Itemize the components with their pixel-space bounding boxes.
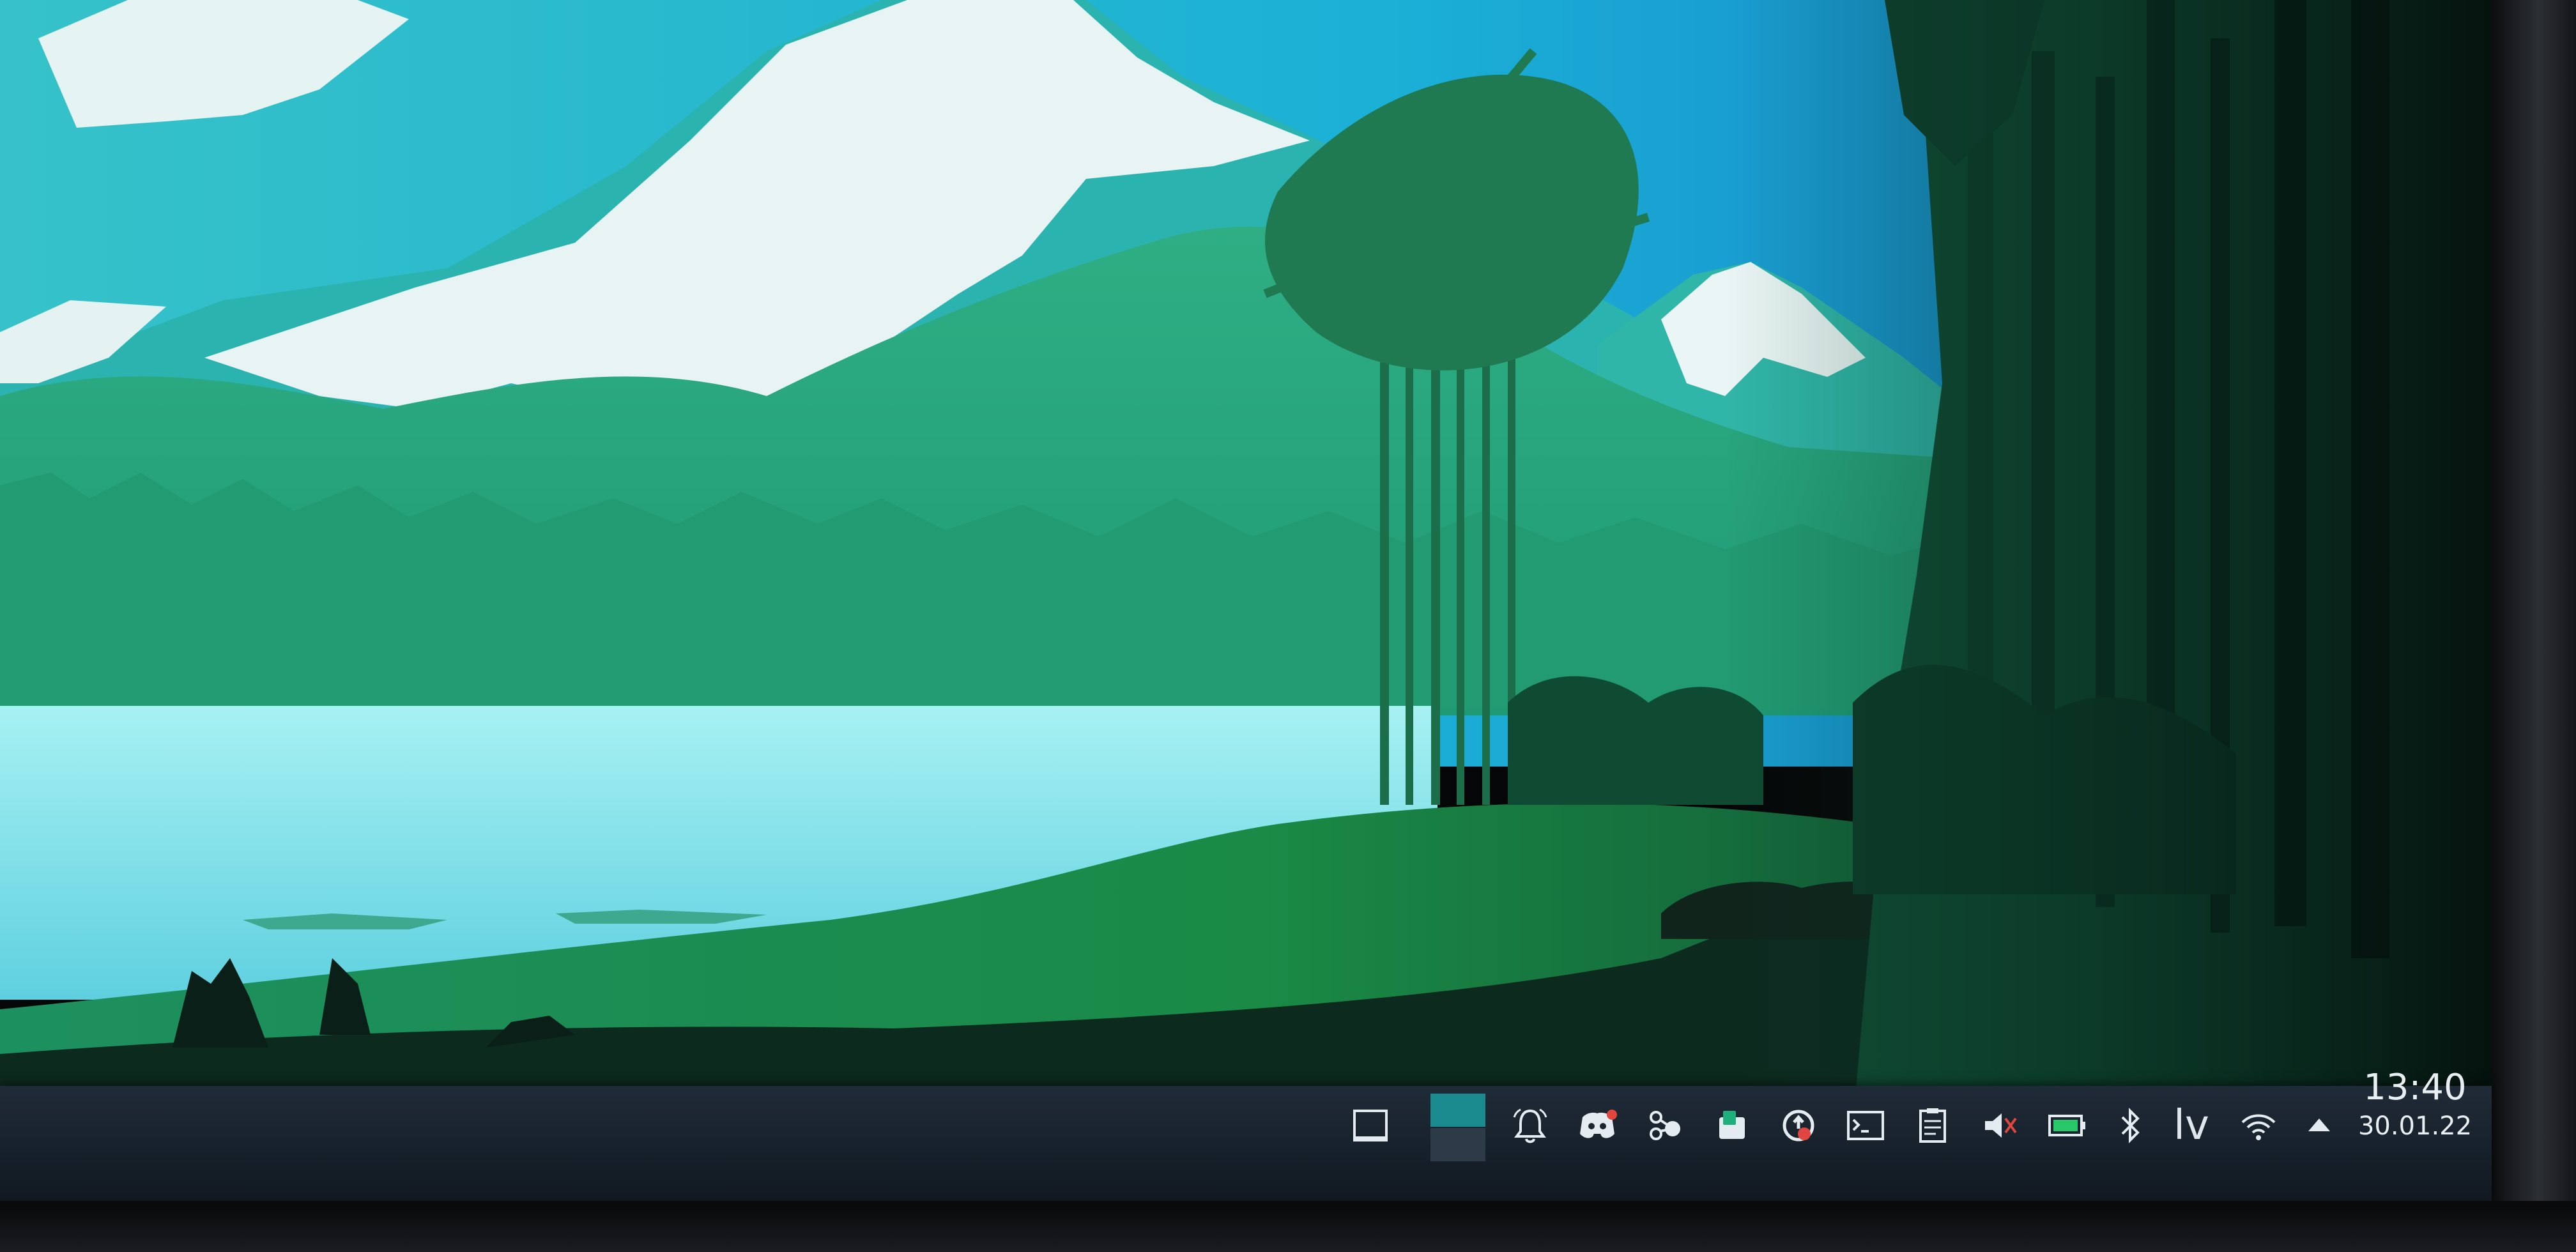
clipboard-app-icon bbox=[1719, 1111, 1745, 1139]
battery-icon bbox=[2048, 1115, 2085, 1136]
keyboard-layout-label: lv bbox=[2174, 1102, 2209, 1149]
kdeconnect-icon bbox=[1650, 1111, 1680, 1140]
vignette bbox=[1725, 0, 2517, 1124]
update-notifier-icon bbox=[1782, 1110, 1814, 1141]
virtual-desktop-pager[interactable] bbox=[1426, 1092, 1490, 1169]
battery-tray-button[interactable] bbox=[2038, 1094, 2096, 1157]
clipboard-icon bbox=[1919, 1108, 1946, 1143]
volume-tray-button[interactable] bbox=[1971, 1094, 2028, 1157]
clock-time: 13:40 bbox=[2363, 1067, 2467, 1108]
desktop-1[interactable] bbox=[1430, 1094, 1485, 1127]
bluetooth-tray-button[interactable] bbox=[2102, 1094, 2159, 1157]
notifications-button[interactable] bbox=[1501, 1094, 1559, 1157]
keyboard-layout-button[interactable]: lv bbox=[2163, 1094, 2220, 1157]
wifi-icon bbox=[2241, 1114, 2276, 1140]
update-notifier-tray-button[interactable] bbox=[1770, 1094, 1827, 1157]
show-desktop-button[interactable] bbox=[1342, 1094, 1399, 1157]
terminal-tray-button[interactable] bbox=[1837, 1094, 1894, 1157]
show-desktop-icon bbox=[1353, 1110, 1388, 1141]
clipboard-tray-button[interactable] bbox=[1904, 1094, 1961, 1157]
terminal-icon bbox=[1847, 1111, 1884, 1140]
expand-tray-icon bbox=[2308, 1118, 2330, 1131]
kdeconnect-tray-button[interactable] bbox=[1636, 1094, 1693, 1157]
expand-tray-button[interactable] bbox=[2290, 1094, 2348, 1157]
clipboard-app-tray-button[interactable] bbox=[1703, 1094, 1760, 1157]
desktop-2[interactable] bbox=[1430, 1128, 1485, 1161]
notifications-icon bbox=[1513, 1108, 1547, 1143]
discord-icon bbox=[1580, 1110, 1617, 1138]
bluetooth-icon bbox=[2121, 1108, 2140, 1143]
clock-date: 30.01.22 bbox=[2358, 1111, 2472, 1141]
wifi-tray-button[interactable] bbox=[2230, 1094, 2287, 1157]
monitor-bezel-bottom bbox=[0, 1201, 2576, 1252]
desktop-wallpaper bbox=[0, 0, 2517, 1124]
volume-muted-icon bbox=[1985, 1113, 2017, 1138]
discord-tray-button[interactable] bbox=[1568, 1094, 1626, 1157]
digital-clock[interactable]: 13:40 30.01.22 bbox=[2351, 1065, 2479, 1155]
monitor-bezel-right bbox=[2492, 0, 2576, 1252]
